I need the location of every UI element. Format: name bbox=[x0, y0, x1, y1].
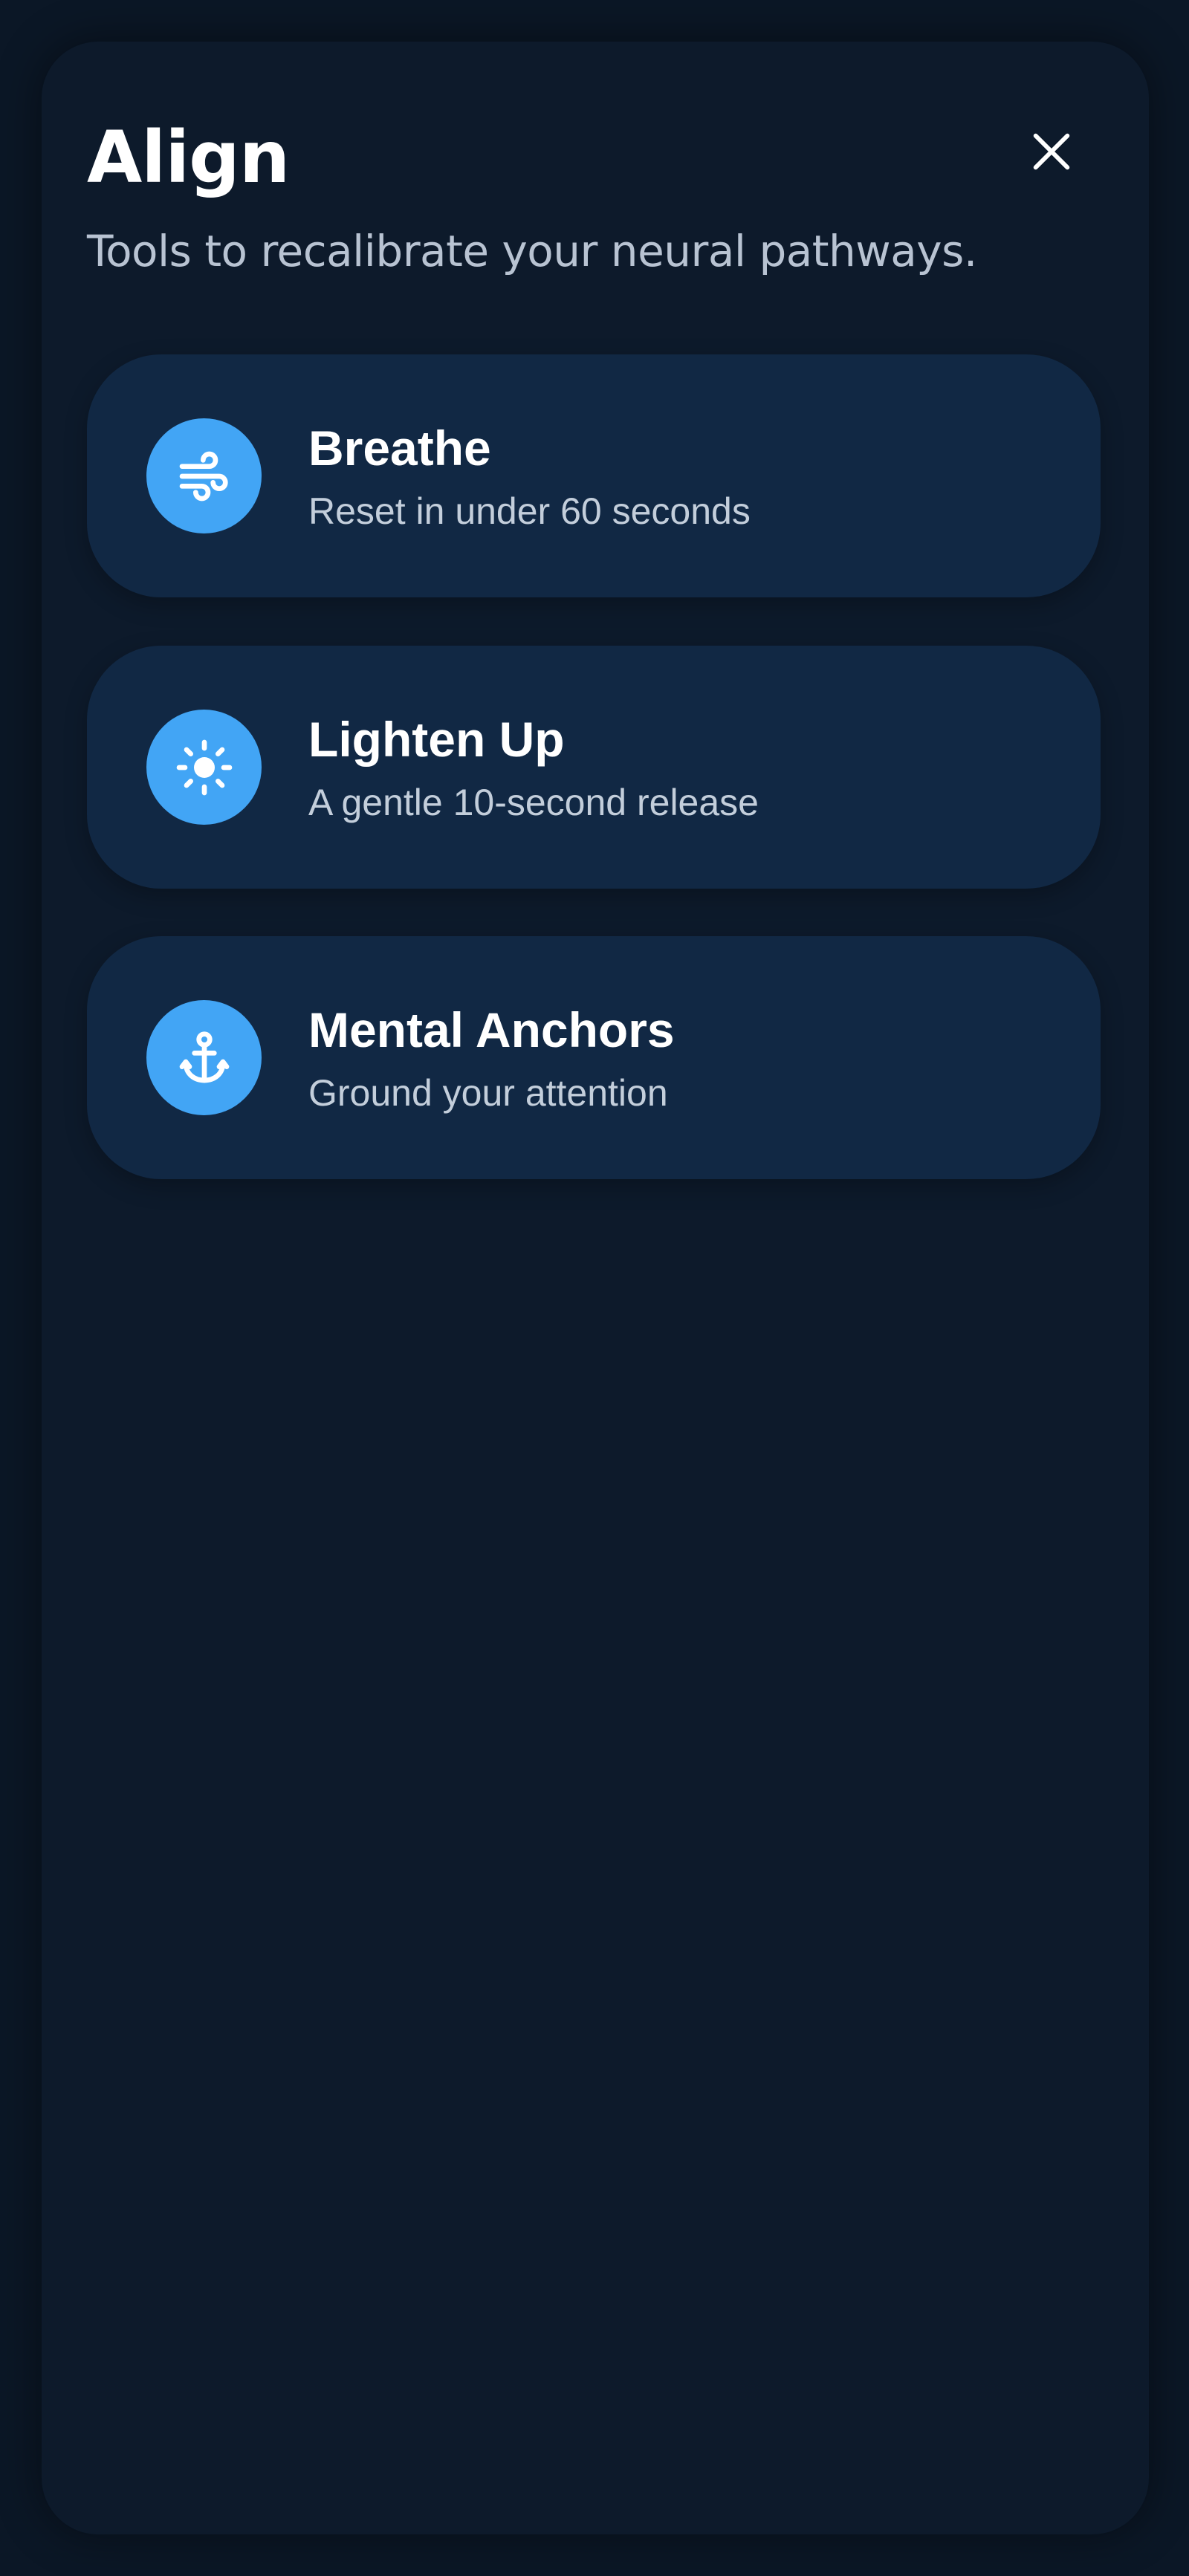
tool-title: Breathe bbox=[308, 421, 491, 476]
align-sheet: Align Tools to recalibrate your neural p… bbox=[42, 42, 1149, 2534]
tool-card-breathe[interactable]: Breathe Reset in under 60 seconds bbox=[87, 354, 1101, 597]
sun-icon bbox=[176, 739, 232, 795]
tool-icon-badge bbox=[146, 710, 262, 825]
tool-title: Mental Anchors bbox=[308, 1002, 675, 1057]
tool-title: Lighten Up bbox=[308, 712, 565, 767]
tool-card-lighten-up[interactable]: Lighten Up A gentle 10-second release bbox=[87, 646, 1101, 889]
anchor-icon bbox=[179, 1031, 229, 1083]
page-title: Align bbox=[87, 116, 290, 199]
tool-subtitle: A gentle 10-second release bbox=[308, 782, 759, 823]
close-icon bbox=[1033, 133, 1070, 170]
tool-icon-badge bbox=[146, 1000, 262, 1115]
tool-icon-badge bbox=[146, 418, 262, 533]
tool-card-mental-anchors[interactable]: Mental Anchors Ground your attention bbox=[87, 936, 1101, 1179]
close-button[interactable] bbox=[1014, 114, 1089, 189]
page-subtitle: Tools to recalibrate your neural pathway… bbox=[87, 226, 977, 276]
tool-subtitle: Reset in under 60 seconds bbox=[308, 490, 751, 532]
tool-subtitle: Ground your attention bbox=[308, 1072, 668, 1114]
wind-icon bbox=[179, 451, 228, 501]
